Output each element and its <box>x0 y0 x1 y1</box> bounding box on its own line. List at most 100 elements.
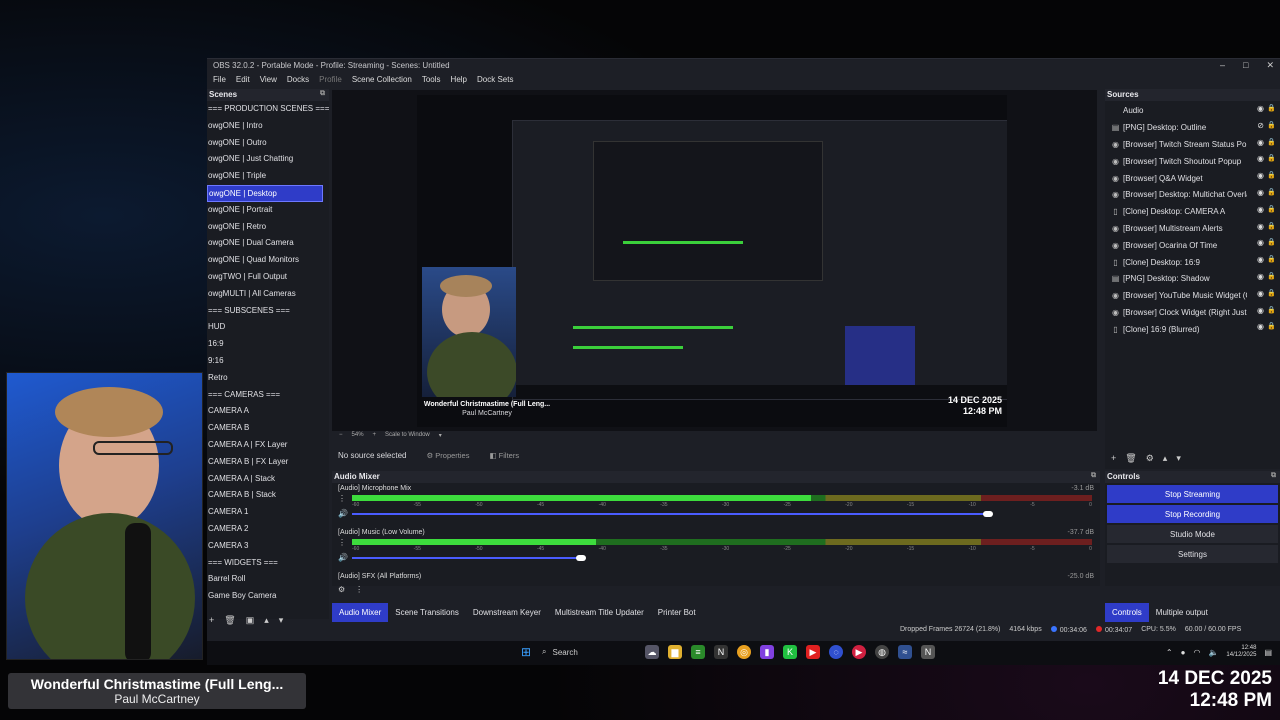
source-item[interactable]: ◉ [Browser] Twitch Shoutout Popup ◉ 🔒 <box>1105 151 1280 168</box>
notepad-icon[interactable]: ≡ <box>691 645 705 659</box>
source-down-icon[interactable]: ▾ <box>1176 453 1181 464</box>
twitch-icon[interactable]: ▮ <box>760 645 774 659</box>
scene-item[interactable]: === CAMERAS === <box>207 387 329 404</box>
track-menu-icon[interactable]: ⋮ <box>338 494 346 503</box>
menu-profile[interactable]: Profile <box>319 75 342 85</box>
scene-item[interactable]: === WIDGETS === <box>207 555 329 572</box>
settings-button[interactable]: Settings <box>1107 545 1278 563</box>
volume-knob[interactable] <box>576 555 587 561</box>
music-icon[interactable]: ▶ <box>852 645 866 659</box>
scene-item[interactable]: owgONE | Desktop <box>207 184 323 202</box>
eye-hidden-icon[interactable]: ⊘ <box>1257 121 1264 130</box>
remove-scene-icon[interactable]: 🗑 <box>224 615 235 626</box>
lock-icon[interactable]: 🔒 <box>1267 138 1276 146</box>
scale-dropdown-icon[interactable]: ▾ <box>439 432 442 444</box>
file-explorer-icon[interactable]: ▆ <box>668 645 682 659</box>
scene-item[interactable]: Barrel Roll <box>207 571 329 588</box>
widgets-icon[interactable]: ☁ <box>645 645 659 659</box>
lock-icon[interactable]: 🔒 <box>1267 205 1276 213</box>
source-item[interactable]: Audio ◉ 🔒 <box>1105 101 1280 118</box>
scene-item[interactable]: === PRODUCTION SCENES === <box>207 101 329 118</box>
add-source-icon[interactable]: + <box>1111 453 1116 464</box>
tab-controls[interactable]: Controls <box>1105 603 1149 622</box>
tab-multistream-title-updater[interactable]: Multistream Title Updater <box>548 603 651 622</box>
scene-item[interactable]: 16:9 <box>207 336 329 353</box>
minimize-button[interactable]: – <box>1220 60 1225 71</box>
menu-edit[interactable]: Edit <box>236 75 250 85</box>
scene-item[interactable]: owgONE | Retro <box>207 219 329 236</box>
mute-icon[interactable]: 🔊 <box>338 553 348 562</box>
eye-icon[interactable]: ◉ <box>1257 289 1264 298</box>
stop-recording-button[interactable]: Stop Recording <box>1107 505 1278 523</box>
streamdeck-icon[interactable]: ≈ <box>898 645 912 659</box>
source-item[interactable]: ◉ [Browser] YouTube Music Widget (Cor ◉ 🔒 <box>1105 286 1280 303</box>
scene-filters-icon[interactable]: ▣ <box>246 615 255 626</box>
source-item[interactable]: ▯ [Clone] 16:9 (Blurred) ◉ 🔒 <box>1105 319 1280 336</box>
menu-dock-sets[interactable]: Dock Sets <box>477 75 513 85</box>
tab-downstream-keyer[interactable]: Downstream Keyer <box>466 603 548 622</box>
eye-icon[interactable]: ◉ <box>1257 138 1264 147</box>
zoom-in-icon[interactable]: + <box>373 432 377 444</box>
eye-icon[interactable]: ◉ <box>1257 306 1264 315</box>
eye-icon[interactable]: ◉ <box>1257 104 1264 113</box>
taskbar-clock[interactable]: 12:48 14/12/2025 <box>1226 645 1256 659</box>
scene-item[interactable]: CAMERA 1 <box>207 504 329 521</box>
eye-icon[interactable]: ◉ <box>1257 222 1264 231</box>
eye-icon[interactable]: ◉ <box>1257 255 1264 264</box>
move-up-icon[interactable]: ▴ <box>264 615 269 626</box>
scene-item[interactable]: CAMERA B <box>207 420 329 437</box>
browser-icon[interactable]: ◌ <box>829 645 843 659</box>
lock-icon[interactable]: 🔒 <box>1267 104 1276 112</box>
lock-icon[interactable]: 🔒 <box>1267 272 1276 280</box>
scene-item[interactable]: owgMULTI | All Cameras <box>207 286 329 303</box>
menu-file[interactable]: File <box>213 75 226 85</box>
source-settings-icon[interactable]: ⚙ <box>1146 453 1154 464</box>
scene-item[interactable]: owgONE | Intro <box>207 118 329 135</box>
undock-icon[interactable]: ⧉ <box>320 90 325 98</box>
scene-item[interactable]: owgONE | Outro <box>207 135 329 152</box>
eye-icon[interactable]: ◉ <box>1257 322 1264 331</box>
scene-item[interactable]: CAMERA A | Stack <box>207 471 329 488</box>
preview-area[interactable]: Wonderful Christmastime (Full Leng... Pa… <box>332 90 1097 431</box>
wifi-icon[interactable]: ◠ <box>1193 648 1200 657</box>
volume-slider[interactable] <box>352 513 989 515</box>
scene-item[interactable]: === SUBSCENES === <box>207 303 329 320</box>
scene-item[interactable]: CAMERA B | FX Layer <box>207 454 329 471</box>
lock-icon[interactable]: 🔒 <box>1267 306 1276 314</box>
mixer-menu-icon[interactable]: ⋮ <box>355 585 363 594</box>
track-menu-icon[interactable]: ⋮ <box>338 538 346 547</box>
scene-item[interactable]: CAMERA B | Stack <box>207 487 329 504</box>
remove-source-icon[interactable]: 🗑 <box>1125 453 1136 464</box>
source-item[interactable]: ◉ [Browser] Clock Widget (Right Justifiec… <box>1105 303 1280 320</box>
studio-mode-button[interactable]: Studio Mode <box>1107 525 1278 543</box>
lock-icon[interactable]: 🔒 <box>1267 255 1276 263</box>
tab-printer-bot[interactable]: Printer Bot <box>651 603 703 622</box>
notion-icon[interactable]: N <box>714 645 728 659</box>
lock-icon[interactable]: 🔒 <box>1267 289 1276 297</box>
scene-item[interactable]: HUD <box>207 319 329 336</box>
zoom-out-icon[interactable]: − <box>339 432 343 444</box>
menu-view[interactable]: View <box>260 75 277 85</box>
eye-icon[interactable]: ◉ <box>1257 238 1264 247</box>
source-item[interactable]: ◉ [Browser] Desktop: Multichat Overlay ◉ 🔒 <box>1105 185 1280 202</box>
tab-multiple-output[interactable]: Multiple output <box>1149 603 1215 622</box>
stop-streaming-button[interactable]: Stop Streaming <box>1107 485 1278 503</box>
scene-item[interactable]: CAMERA A <box>207 403 329 420</box>
lock-icon[interactable]: 🔒 <box>1267 154 1276 162</box>
chrome-icon[interactable]: ◎ <box>737 645 751 659</box>
lock-icon[interactable]: 🔒 <box>1267 188 1276 196</box>
taskbar-search[interactable]: ⌕ Search <box>542 647 636 657</box>
mixer-settings-icon[interactable]: ⚙ <box>338 585 345 594</box>
undock-icon[interactable]: ⧉ <box>1271 472 1276 480</box>
menu-scene-collection[interactable]: Scene Collection <box>352 75 412 85</box>
move-down-icon[interactable]: ▾ <box>279 615 284 626</box>
scene-item[interactable]: owgONE | Portrait <box>207 202 329 219</box>
eye-icon[interactable]: ◉ <box>1257 205 1264 214</box>
volume-icon[interactable]: 🔈 <box>1208 648 1218 657</box>
app-icon[interactable]: N <box>921 645 935 659</box>
kick-icon[interactable]: K <box>783 645 797 659</box>
scene-item[interactable]: 9:16 <box>207 353 329 370</box>
menu-tools[interactable]: Tools <box>422 75 441 85</box>
maximize-button[interactable]: □ <box>1243 60 1248 71</box>
source-item[interactable]: ◉ [Browser] Ocarina Of Time ◉ 🔒 <box>1105 235 1280 252</box>
